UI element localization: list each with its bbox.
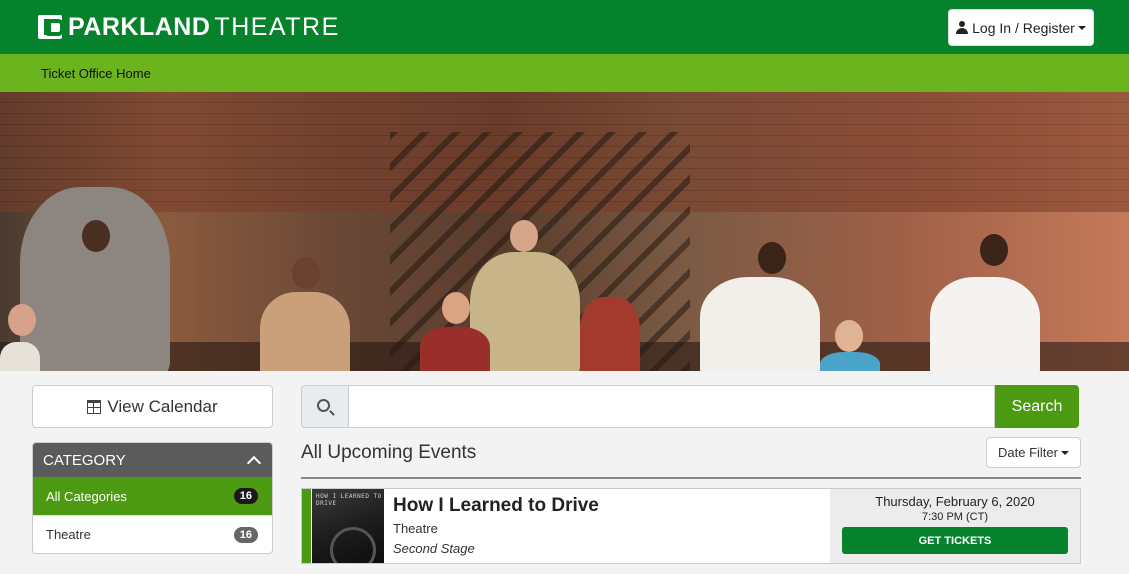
- category-item-label: Theatre: [46, 527, 91, 542]
- hero-performer: [20, 187, 170, 371]
- search-input[interactable]: [348, 385, 995, 428]
- events-heading: All Upcoming Events: [301, 442, 477, 463]
- hero-performer: [820, 352, 880, 371]
- hero-performer-head: [758, 242, 786, 274]
- event-schedule-panel: Thursday, February 6, 2020 7:30 PM (CT) …: [830, 489, 1080, 563]
- category-panel: CATEGORY All Categories 16 Theatre 16: [32, 442, 273, 554]
- event-accent-bar: [302, 489, 311, 563]
- hero-performer-head: [835, 320, 863, 352]
- hero-performer-head: [510, 220, 538, 252]
- hero-performer-head: [8, 304, 36, 336]
- hero-performer-head: [980, 234, 1008, 266]
- hero-performer: [580, 297, 640, 371]
- hero-performer-head: [442, 292, 470, 324]
- search-icon: [317, 398, 330, 412]
- event-time: 7:30 PM (CT): [921, 511, 988, 523]
- search-button[interactable]: Search: [995, 385, 1079, 428]
- category-item-theatre[interactable]: Theatre 16: [33, 515, 272, 553]
- top-bar: PARKLAND THEATRE Log In / Register: [0, 0, 1129, 54]
- date-filter-dropdown[interactable]: Date Filter: [986, 437, 1081, 468]
- hero-performer-head: [292, 257, 320, 289]
- chevron-up-icon: [246, 455, 262, 470]
- event-venue: Second Stage: [393, 541, 475, 556]
- category-count-badge: 16: [233, 488, 258, 504]
- category-count-badge: 16: [233, 526, 258, 543]
- logo-p-icon: [38, 15, 64, 39]
- hero-performer-head: [82, 220, 110, 252]
- caret-down-icon: [1060, 450, 1069, 455]
- event-date: Thursday, February 6, 2020: [875, 494, 1035, 509]
- hero-performer: [930, 277, 1040, 371]
- hero-performer: [260, 292, 350, 371]
- logo-text-bold: PARKLAND: [68, 12, 211, 41]
- calendar-icon: [87, 399, 102, 414]
- get-tickets-button[interactable]: GET TICKETS: [842, 527, 1068, 554]
- event-title[interactable]: How I Learned to Drive: [393, 495, 599, 517]
- site-logo[interactable]: PARKLAND THEATRE: [38, 12, 340, 41]
- caret-down-icon: [1077, 25, 1086, 30]
- poster-title-text: HOW I LEARNED TO DRIVE: [316, 493, 382, 507]
- event-card: HOW I LEARNED TO DRIVE How I Learned to …: [301, 488, 1081, 564]
- hero-performer: [420, 327, 490, 371]
- category-header-label: CATEGORY: [43, 451, 126, 469]
- hero-performer: [700, 277, 820, 371]
- category-header[interactable]: CATEGORY: [33, 443, 272, 477]
- user-icon: [956, 21, 969, 34]
- event-search: Search: [301, 385, 1079, 428]
- category-item-label: All Categories: [46, 488, 127, 504]
- view-calendar-button[interactable]: View Calendar: [32, 385, 273, 428]
- date-filter-label: Date Filter: [998, 445, 1058, 460]
- sub-navigation: Ticket Office Home: [0, 54, 1129, 92]
- view-calendar-label: View Calendar: [107, 396, 218, 416]
- events-divider: [301, 477, 1081, 479]
- login-register-button[interactable]: Log In / Register: [948, 9, 1094, 46]
- login-register-label: Log In / Register: [972, 19, 1075, 36]
- logo-text-light: THEATRE: [214, 12, 340, 41]
- hero-banner-image: [0, 92, 1129, 371]
- ticket-office-home-link[interactable]: Ticket Office Home: [41, 66, 151, 81]
- category-item-all[interactable]: All Categories 16: [33, 477, 272, 515]
- search-addon: [301, 385, 348, 428]
- event-poster-image[interactable]: HOW I LEARNED TO DRIVE: [312, 489, 384, 563]
- steering-wheel-graphic: [330, 527, 376, 563]
- hero-performer: [0, 342, 40, 371]
- event-category: Theatre: [393, 521, 438, 536]
